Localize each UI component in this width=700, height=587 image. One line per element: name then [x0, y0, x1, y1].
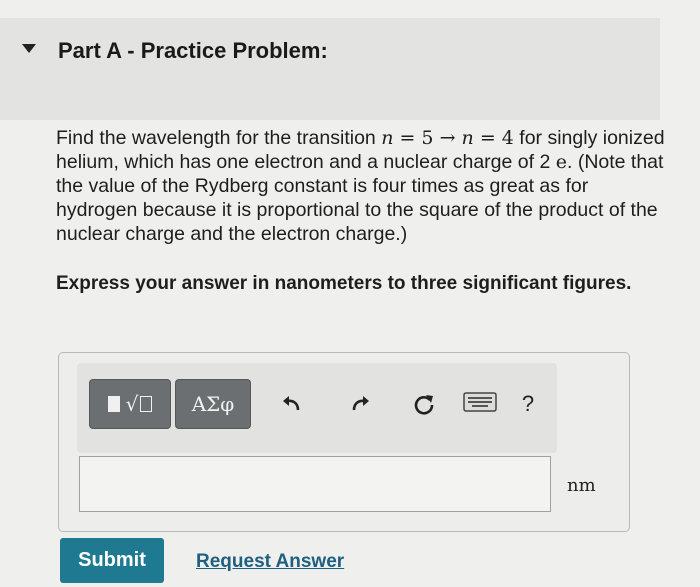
redo-button[interactable]: [345, 389, 375, 419]
part-header: [0, 18, 660, 120]
keyboard-icon: [463, 392, 497, 412]
problem-text-1: Find the wavelength for the transition: [56, 127, 382, 149]
help-button[interactable]: ?: [513, 389, 543, 419]
undo-icon: [283, 396, 300, 411]
redo-icon: [352, 396, 369, 411]
answer-input[interactable]: [79, 456, 551, 512]
part-title: Part A - Practice Problem:: [58, 38, 328, 63]
symbols-button[interactable]: ΑΣφ: [175, 379, 251, 429]
reset-button[interactable]: [409, 389, 439, 419]
unit-label: nm: [567, 475, 596, 496]
templates-button[interactable]: √: [89, 379, 171, 429]
reset-icon: [414, 395, 434, 415]
math-toolbar: √ ΑΣφ ?: [77, 363, 557, 453]
submit-button[interactable]: Submit: [60, 538, 164, 583]
answer-panel: √ ΑΣφ ? nm: [58, 352, 630, 532]
undo-button[interactable]: [277, 389, 307, 419]
math-n2: n: [461, 127, 474, 149]
math-eq2: = 4: [473, 127, 514, 149]
keyboard-button[interactable]: [463, 391, 497, 413]
templates-icon: √: [107, 392, 153, 416]
math-n1: n: [381, 127, 394, 149]
problem-statement: Find the wavelength for the transition n…: [56, 126, 666, 246]
collapse-caret-icon[interactable]: [22, 44, 36, 53]
request-answer-link[interactable]: Request Answer: [196, 551, 344, 573]
math-e: e: [555, 151, 567, 173]
math-eq1: = 5 →: [393, 127, 462, 149]
answer-instruction: Express your answer in nanometers to thr…: [56, 273, 632, 294]
